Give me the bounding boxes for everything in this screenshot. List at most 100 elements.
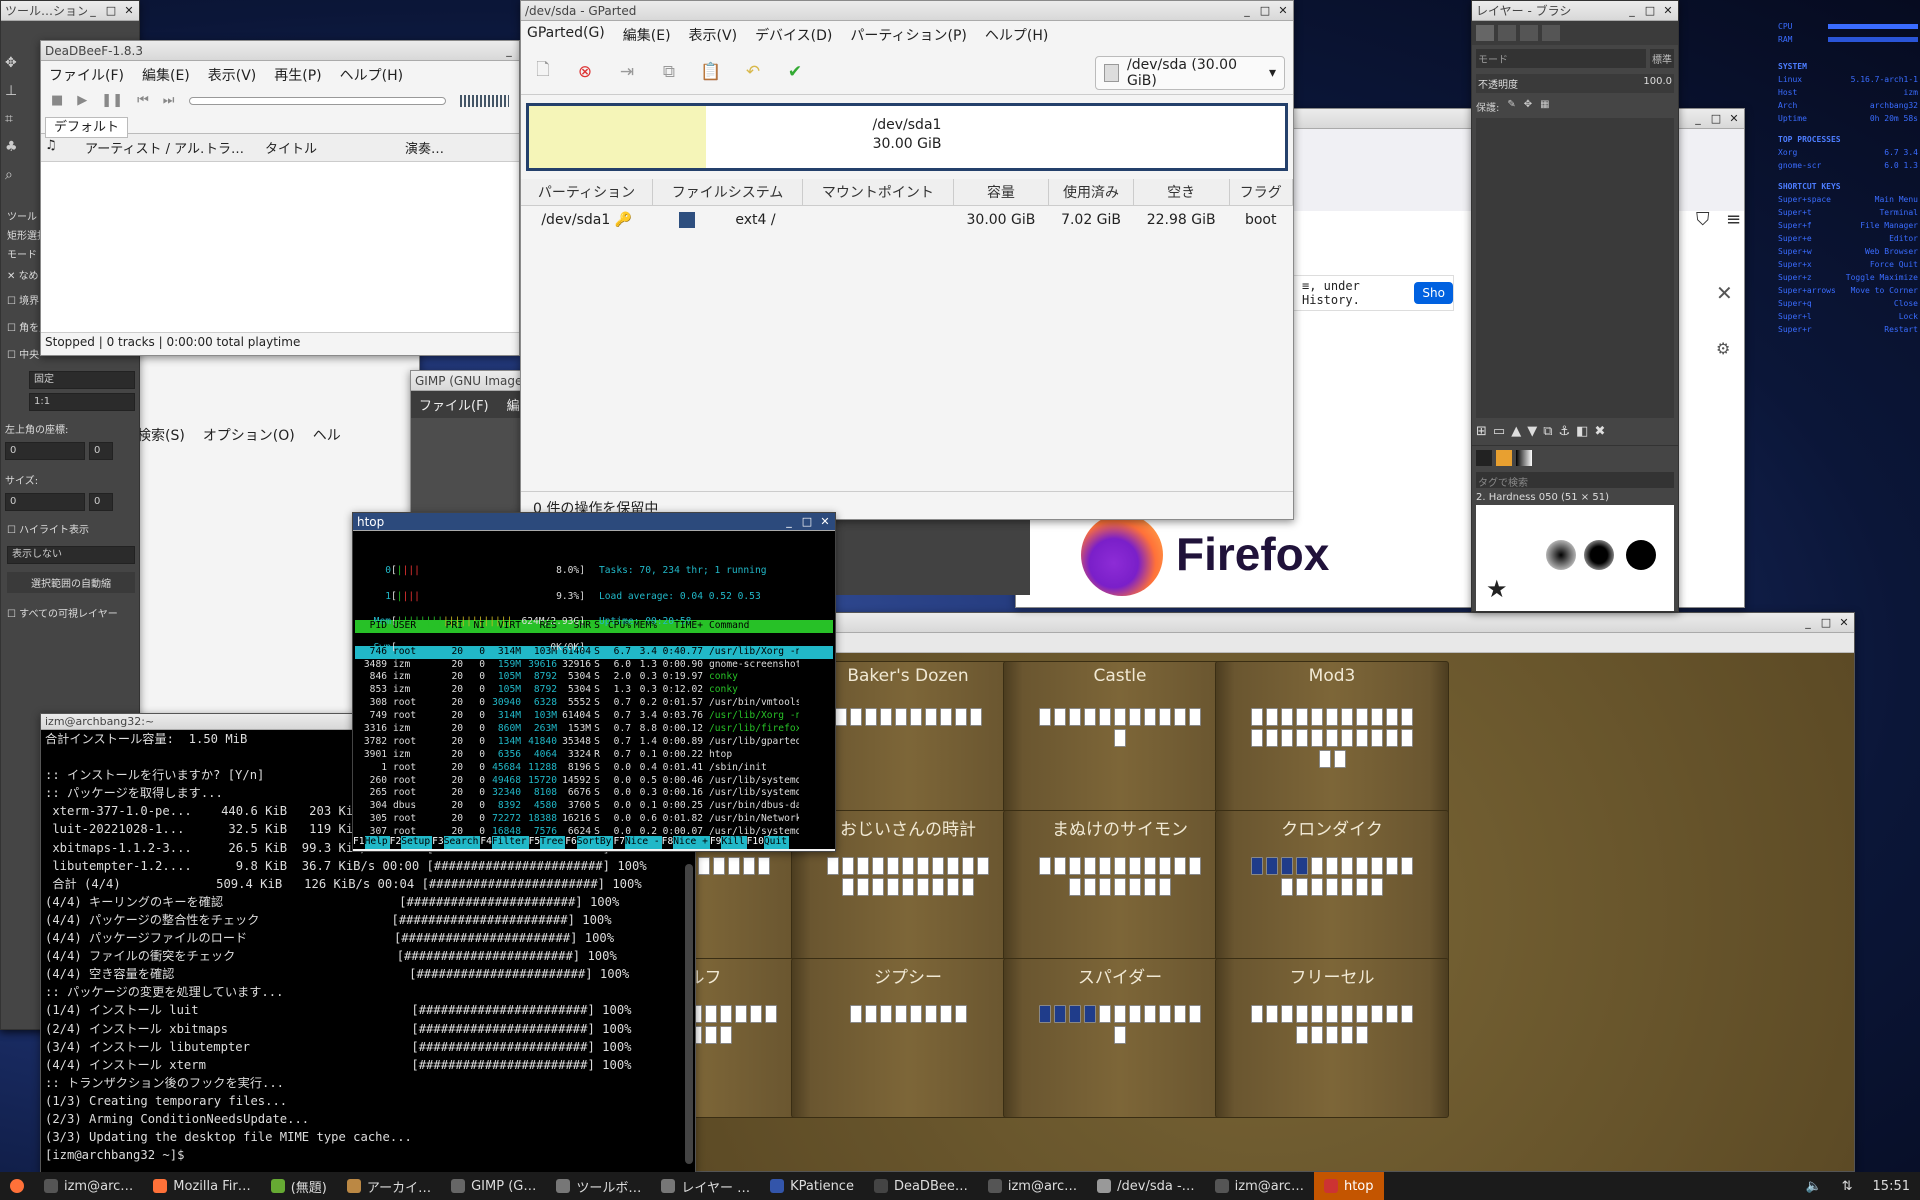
process-column-header[interactable]: PRI — [437, 620, 463, 633]
new-layer-icon[interactable]: ⊞ — [1476, 424, 1487, 439]
column-header[interactable]: 空き — [1133, 179, 1230, 206]
menu-item[interactable]: 編集(E) — [142, 65, 190, 85]
copy-icon[interactable]: ⧉ — [655, 58, 683, 86]
raise-icon[interactable]: ▲ — [1511, 424, 1521, 439]
gear-icon[interactable]: ⚙ — [1716, 339, 1730, 358]
close-icon[interactable]: ✕ — [1728, 112, 1740, 125]
process-column-header[interactable]: MEM% — [631, 620, 657, 633]
menu-item[interactable]: ヘル — [313, 425, 341, 445]
volume-icon[interactable]: 🔈 — [1795, 1172, 1831, 1200]
menu-item[interactable]: 編集(E) — [623, 25, 671, 45]
process-row[interactable]: 3316 izm 20 0 860M 263M 153M S 0.7 8.8 0:00.12/usr… — [355, 723, 833, 736]
process-column-header[interactable]: SHR — [557, 620, 591, 633]
delete-partition-icon[interactable]: ⊗ — [571, 58, 599, 86]
scrollbar[interactable] — [685, 864, 693, 1164]
channels-tab-icon[interactable] — [1498, 25, 1516, 41]
taskbar-item[interactable]: izm@arc… — [978, 1172, 1087, 1200]
prev-icon[interactable]: ⏮ — [137, 93, 149, 108]
close-icon[interactable]: ✕ — [1277, 4, 1289, 17]
ratio-input[interactable]: 1:1 — [29, 393, 135, 411]
column-header[interactable]: ♫ — [45, 138, 85, 157]
maximize-icon[interactable]: □ — [1644, 4, 1656, 17]
maximize-icon[interactable]: □ — [1710, 112, 1722, 125]
taskbar-item[interactable]: ツールボ… — [546, 1172, 651, 1200]
fkey-label[interactable]: Tree — [540, 836, 566, 849]
minimize-icon[interactable]: _ — [783, 515, 795, 528]
process-row[interactable]: 265 root 20 0 32340 8108 6676 S 0.0 0.3 0:00.16/us… — [355, 787, 833, 800]
duplicate-icon[interactable]: ⧉ — [1543, 424, 1552, 439]
game-tile[interactable]: Mod3 — [1215, 661, 1449, 821]
menu-item[interactable]: オプション(O) — [203, 425, 295, 445]
pos-y-input[interactable]: 0 — [89, 442, 113, 460]
process-header[interactable]: PID USER PRI NI VIRT RES SHR S CPU% MEM% TIME+ Comm… — [355, 619, 833, 633]
fkey[interactable]: F1 — [353, 836, 365, 849]
menu-item[interactable]: デバイス(D) — [755, 25, 832, 45]
close-icon[interactable]: ✕ — [123, 4, 135, 17]
process-column-header[interactable]: PID — [355, 620, 387, 633]
brush-hard[interactable] — [1626, 540, 1656, 570]
fkey-label[interactable]: Setup — [401, 836, 433, 849]
menu-item[interactable]: GParted(G) — [527, 25, 605, 45]
brush-soft[interactable] — [1546, 540, 1576, 570]
menu-icon[interactable]: ≡ — [1726, 209, 1741, 230]
fkey[interactable]: F10 — [747, 836, 764, 849]
process-row[interactable]: 1 root 20 0 45684 11288 8196 S 0.0 0.4 0:01.41/sbi… — [355, 762, 833, 775]
game-tile[interactable]: Castle — [1003, 661, 1237, 821]
process-row[interactable]: 3901 izm 20 0 6356 4064 3324 R 0.7 0.1 0:00.22 htop — [355, 749, 833, 762]
fkey[interactable]: F2 — [390, 836, 402, 849]
undo-icon[interactable]: ↶ — [739, 58, 767, 86]
process-row[interactable]: 846 izm 20 0 105M 8792 5304 S 2.0 0.3 0:19.97 conky — [355, 671, 833, 684]
new-partition-icon[interactable]: 🗋 — [529, 58, 557, 86]
move-tool-icon[interactable]: ✥ — [5, 49, 18, 77]
fkey[interactable]: F8 — [662, 836, 674, 849]
fkey[interactable]: F3 — [432, 836, 444, 849]
taskbar-item[interactable]: Mozilla Fir… — [143, 1172, 260, 1200]
tag-search-input[interactable]: タグで検索 — [1476, 472, 1674, 489]
lock-pixels-icon[interactable]: ✎ — [1507, 99, 1515, 114]
play-icon[interactable]: ▶ — [77, 93, 87, 108]
mask-icon[interactable]: ◧ — [1576, 424, 1588, 439]
taskbar-item[interactable]: KPatience — [760, 1172, 864, 1200]
menu-item[interactable]: 編 — [507, 395, 520, 414]
shield-icon[interactable]: ⛉ — [1696, 209, 1710, 230]
show-button[interactable]: Sho — [1414, 282, 1453, 304]
fkey-label[interactable]: Filter — [491, 836, 529, 849]
auto-shrink-button[interactable]: 選択範囲の自動縮 — [7, 572, 135, 593]
playlist-tab-default[interactable]: デフォルト — [45, 117, 129, 138]
stop-icon[interactable]: ■ — [51, 93, 63, 108]
process-column-header[interactable]: USER — [387, 620, 437, 633]
minimize-icon[interactable]: _ — [1241, 4, 1253, 17]
fkey[interactable]: F6 — [565, 836, 577, 849]
layers-tab-icon[interactable] — [1476, 25, 1494, 41]
game-tile[interactable]: クロンダイク — [1215, 810, 1449, 970]
taskbar-item[interactable]: (無題) — [261, 1172, 337, 1200]
new-group-icon[interactable]: ▭ — [1493, 424, 1505, 439]
column-header[interactable]: マウントポイント — [802, 179, 954, 206]
taskbar-item[interactable]: GIMP (G… — [441, 1172, 546, 1200]
maximize-icon[interactable]: □ — [1259, 4, 1271, 17]
taskbar-item[interactable]: アーカイ… — [337, 1172, 441, 1200]
apply-icon[interactable]: ✔ — [781, 58, 809, 86]
taskbar-item[interactable]: izm@arc… — [1205, 1172, 1314, 1200]
taskbar-item[interactable]: htop — [1313, 1172, 1384, 1200]
taskbar-item[interactable]: /dev/sda -… — [1087, 1172, 1205, 1200]
column-header[interactable]: パーティション — [521, 179, 653, 206]
process-row[interactable]: 260 root 20 0 49468 15720 14592 S 0.0 0.5 0:00.46 /… — [355, 775, 833, 788]
fkey[interactable]: F9 — [710, 836, 722, 849]
taskbar-item[interactable]: izm@arc… — [34, 1172, 143, 1200]
game-tile[interactable]: フリーセル — [1215, 958, 1449, 1118]
process-row[interactable]: 746 root 20 0 314M 103M 61404 S 6.7 3.4 0:40.77/us… — [355, 645, 833, 659]
process-row[interactable]: 305 root 20 0 72272 18388 16216 S 0.0 0.6 0:01.82 /… — [355, 813, 833, 826]
minimize-icon[interactable]: _ — [1626, 4, 1638, 17]
maximize-icon[interactable]: □ — [1820, 616, 1832, 629]
taskbar-item[interactable]: レイヤー … — [651, 1172, 760, 1200]
column-header[interactable]: ファイルシステム — [652, 179, 804, 206]
minimize-icon[interactable]: _ — [1692, 112, 1704, 125]
delete-layer-icon[interactable]: ✖ — [1594, 424, 1605, 439]
close-icon[interactable]: ✕ — [819, 515, 831, 528]
fkey-label[interactable]: Search — [443, 836, 481, 849]
seek-bar[interactable] — [188, 96, 446, 105]
process-list[interactable]: 746 root 20 0 314M 103M 61404 S 6.7 3.4 0:40.77/us… — [355, 645, 833, 849]
column-header[interactable]: フラグ — [1229, 179, 1293, 206]
menu-item[interactable]: 再生(P) — [274, 65, 321, 85]
